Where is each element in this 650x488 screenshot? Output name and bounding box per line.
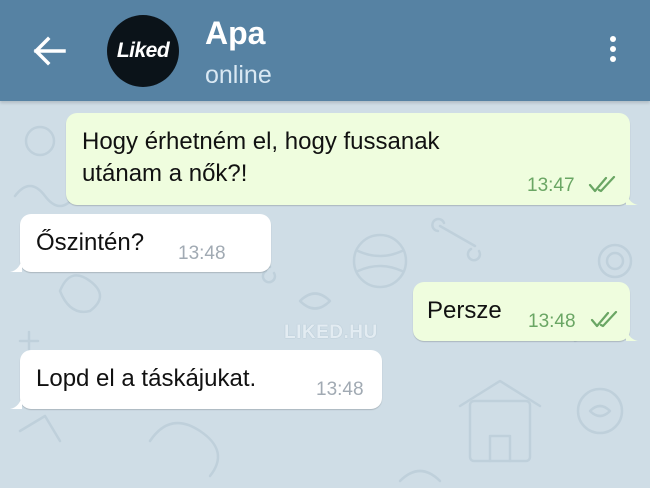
more-vertical-icon	[600, 36, 626, 62]
double-check-icon	[590, 311, 618, 328]
message-text: Hogy érhetném el, hogy fussanak utánam a…	[82, 126, 440, 190]
arrow-left-icon	[33, 36, 66, 66]
bubble-tail	[10, 395, 22, 409]
back-button[interactable]	[30, 34, 70, 68]
bubble-tail	[626, 191, 638, 205]
message-text-line: Hogy érhetném el, hogy fussanak	[82, 128, 440, 155]
message-text-line: utánam a nők?!	[82, 160, 248, 187]
avatar-logo-text: Liked	[116, 39, 170, 62]
more-menu-button[interactable]	[600, 36, 626, 68]
contact-status: online	[205, 61, 272, 89]
message-text: Őszintén?	[36, 229, 145, 256]
avatar[interactable]: Liked	[107, 15, 179, 87]
double-check-icon	[588, 176, 616, 193]
watermark: LIKED.HU	[284, 322, 378, 343]
message-time: 13:48	[528, 311, 576, 332]
message-time: 13:47	[527, 175, 575, 196]
chat-header: Liked Apa online	[0, 0, 650, 101]
message-bubble-incoming[interactable]: Őszintén? 13:48	[10, 214, 271, 272]
message-time: 13:48	[316, 379, 364, 400]
bubble-tail	[10, 258, 22, 272]
message-text: Lopd el a táskájukat.	[36, 365, 257, 392]
contact-name[interactable]: Apa	[205, 14, 265, 52]
message-time: 13:48	[178, 243, 226, 264]
bubble-tail	[626, 327, 638, 341]
message-text: Persze	[427, 297, 502, 324]
message-bubble-outgoing[interactable]: Hogy érhetném el, hogy fussanak utánam a…	[66, 113, 638, 205]
message-bubble-incoming[interactable]: Lopd el a táskájukat. 13:48	[10, 350, 382, 409]
message-bubble-outgoing[interactable]: Persze 13:48	[413, 282, 638, 341]
